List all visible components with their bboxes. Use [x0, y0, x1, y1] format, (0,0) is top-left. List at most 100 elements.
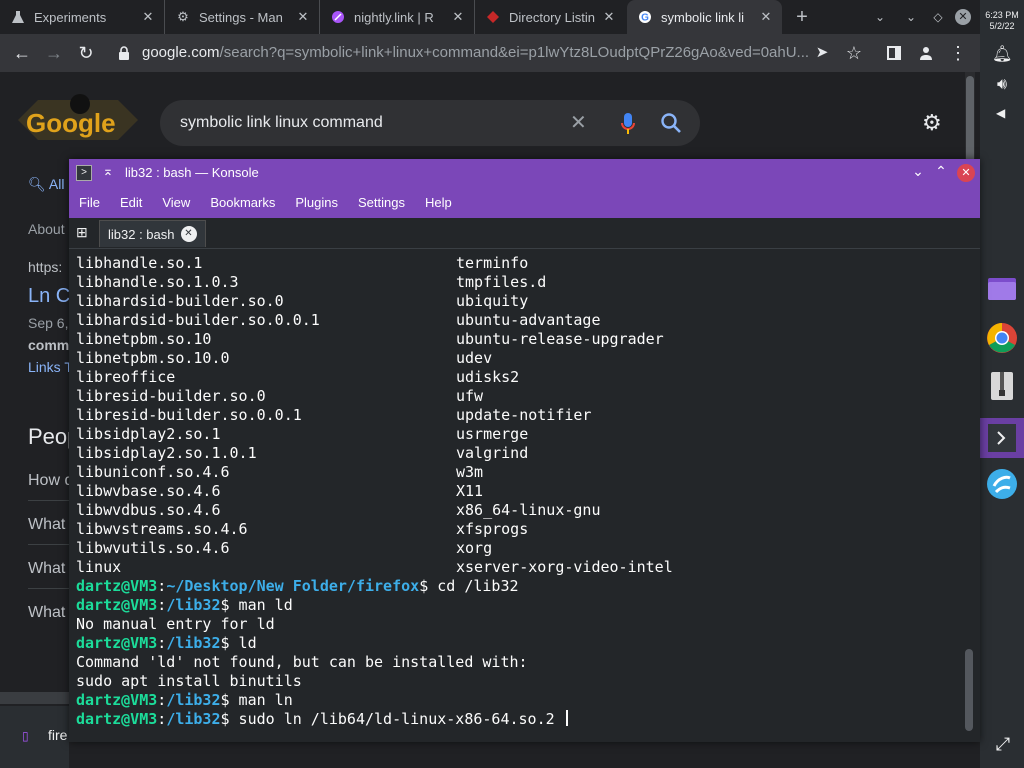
horizontal-scrollbar[interactable] — [0, 692, 69, 704]
listing-entry: udev — [456, 349, 493, 367]
gear-icon: ⚙ — [177, 9, 189, 24]
google-doodle-logo[interactable]: Google — [18, 90, 138, 150]
konsole-titlebar[interactable]: > ⌅ lib32 : bash — Konsole ⌄ ⌃ ✕ — [69, 159, 980, 187]
google-tab-all[interactable]: 🔍︎ All — [28, 176, 64, 193]
send-arrow-icon[interactable]: ➤ — [806, 34, 838, 72]
window-close-icon[interactable]: ✕ — [955, 9, 971, 25]
terminal-output[interactable]: libhandle.so.1 terminfo libhandle.so.1.0.3… — [76, 254, 956, 734]
menu-plugins[interactable]: Plugins — [285, 187, 348, 218]
tab-close-icon[interactable]: ✕ — [758, 9, 774, 25]
result-links[interactable]: Links T — [28, 359, 73, 375]
prompt-line: dartz@VM3:/lib32 $ man ld — [76, 596, 956, 615]
question-item[interactable]: What — [28, 560, 65, 578]
svg-text:G: G — [641, 13, 649, 24]
command-text: cd /lib32 — [428, 577, 519, 595]
konsole-menubar: File Edit View Bookmarks Plugins Setting… — [69, 187, 980, 218]
question-item[interactable]: How d — [28, 472, 73, 490]
menu-file[interactable]: File — [69, 187, 110, 218]
tab-close-icon[interactable]: ✕ — [601, 9, 617, 25]
tab-close-icon[interactable]: ✕ — [450, 9, 466, 25]
minimize-chevron-icon[interactable]: ⌄ — [900, 0, 922, 34]
listing-entry: libhandle.so.1 — [76, 254, 203, 272]
listing-row: libresid-builder.so.0 ufw — [76, 387, 956, 406]
lock-icon[interactable] — [118, 46, 130, 60]
browser-tab-experiments[interactable]: Experiments ✕ — [0, 0, 165, 34]
google-search-box[interactable]: symbolic link linux command ✕ — [160, 100, 700, 146]
reload-icon[interactable]: ↻ — [70, 34, 102, 72]
prompt-path: /lib32 — [166, 691, 221, 709]
file-manager-folder-icon[interactable] — [986, 272, 1018, 304]
listing-entry: libwvdbus.so.4.6 — [76, 501, 221, 519]
command-text: man ld — [229, 596, 293, 614]
menu-view[interactable]: View — [152, 187, 200, 218]
fullscreen-arrows-icon[interactable]: ⤢ — [992, 734, 1014, 756]
tab-search-chevron-icon[interactable]: ⌄ — [869, 0, 891, 34]
clock[interactable]: 6:23 PM 5/2/22 — [980, 10, 1024, 32]
menu-edit[interactable]: Edit — [110, 187, 152, 218]
browser-tab-directory[interactable]: Directory Listin ✕ — [475, 0, 625, 34]
listing-row: libhandle.so.1.0.3 tmpfiles.d — [76, 273, 956, 292]
side-panel-icon[interactable] — [878, 34, 910, 72]
question-item[interactable]: What — [28, 516, 65, 534]
volume-speaker-icon[interactable]: 🔊︎ — [992, 76, 1012, 96]
prompt-dollar: $ — [220, 634, 230, 652]
maximize-diamond-icon[interactable]: ◇ — [927, 0, 949, 34]
listing-row: libwvstreams.so.4.6 xfsprogs — [76, 520, 956, 539]
page-scrollbar-thumb[interactable] — [966, 76, 974, 166]
maximize-chevron-icon[interactable]: ⌃ — [932, 163, 950, 183]
clear-search-icon[interactable]: ✕ — [570, 100, 587, 146]
konsole-taskbar-icon[interactable] — [980, 418, 1024, 458]
browser-tab-settings[interactable]: ⚙ Settings - Man ✕ — [165, 0, 320, 34]
address-bar[interactable]: google.com/search?q=symbolic+link+linux+… — [142, 38, 832, 68]
profile-icon[interactable] — [910, 34, 942, 72]
prompt-user: dartz@VM3 — [76, 596, 158, 614]
tab-label: Directory Listin — [509, 9, 595, 25]
result-title-link[interactable]: Ln C — [28, 285, 70, 308]
question-item[interactable]: What — [28, 604, 65, 622]
menu-help[interactable]: Help — [415, 187, 462, 218]
bookmark-star-icon[interactable]: ☆ — [838, 34, 870, 72]
menu-bookmarks[interactable]: Bookmarks — [200, 187, 285, 218]
google-search-input[interactable]: symbolic link linux command — [180, 100, 383, 146]
taskbar-item-firefox[interactable]: fire — [48, 727, 67, 743]
konsole-tab[interactable]: lib32 : bash ✕ — [99, 220, 206, 247]
new-tab-icon[interactable]: ⊞ — [76, 224, 92, 242]
google-settings-gear-icon[interactable]: ⚙ — [922, 110, 948, 136]
prompt-separator: : — [157, 710, 167, 728]
result-url[interactable]: https: — [28, 259, 62, 275]
command-text: man ln — [229, 691, 293, 709]
tab-all-label: All — [48, 176, 65, 192]
chrome-icon[interactable] — [986, 322, 1018, 354]
microphone-icon[interactable] — [621, 113, 635, 140]
back-arrow-icon[interactable]: ← — [6, 34, 38, 72]
tab-close-icon[interactable]: ✕ — [140, 9, 156, 25]
listing-entry: x86_64-linux-gnu — [456, 501, 601, 519]
prompt-line: dartz@VM3: ~/Desktop/New Folder/firefox $ … — [76, 577, 956, 596]
command-input[interactable]: sudo ln /lib64/ld-linux-x86-64.so.2 — [230, 710, 564, 729]
close-window-icon[interactable]: ✕ — [957, 164, 975, 182]
minimize-chevron-icon[interactable]: ⌄ — [909, 163, 927, 183]
prompt-separator: : — [157, 596, 167, 614]
browser-tab-symbolic-link[interactable]: G symbolic link li ✕ — [627, 0, 782, 34]
menu-settings[interactable]: Settings — [348, 187, 415, 218]
search-magnifier-icon[interactable] — [660, 112, 682, 139]
clock-date: 5/2/22 — [989, 21, 1015, 31]
task-window-icon: ▯ — [22, 729, 29, 743]
browser-tab-nightly[interactable]: nightly.link | R ✕ — [320, 0, 475, 34]
terminal-scrollbar-thumb[interactable] — [965, 649, 973, 731]
notification-bell-icon[interactable]: 🔔︎ — [992, 44, 1012, 64]
network-icon[interactable] — [986, 468, 1018, 500]
listing-row: libwvutils.so.4.6 xorg — [76, 539, 956, 558]
divider — [28, 544, 69, 545]
listing-entry: libresid-builder.so.0 — [76, 387, 266, 405]
new-tab-button[interactable]: + — [790, 0, 814, 34]
listing-entry: libsidplay2.so.1 — [76, 425, 221, 443]
forward-arrow-icon[interactable]: → — [38, 34, 70, 72]
tab-close-icon[interactable]: ✕ — [295, 9, 311, 25]
kebab-menu-icon[interactable]: ⋮ — [942, 34, 974, 72]
archive-zipper-icon[interactable] — [986, 370, 1018, 402]
konsole-window: > ⌅ lib32 : bash — Konsole ⌄ ⌃ ✕ File Ed… — [69, 159, 980, 742]
expand-tray-arrow-icon[interactable]: ◀ — [996, 106, 1008, 122]
listing-entry: ubiquity — [456, 292, 529, 310]
close-tab-icon[interactable]: ✕ — [180, 226, 197, 242]
